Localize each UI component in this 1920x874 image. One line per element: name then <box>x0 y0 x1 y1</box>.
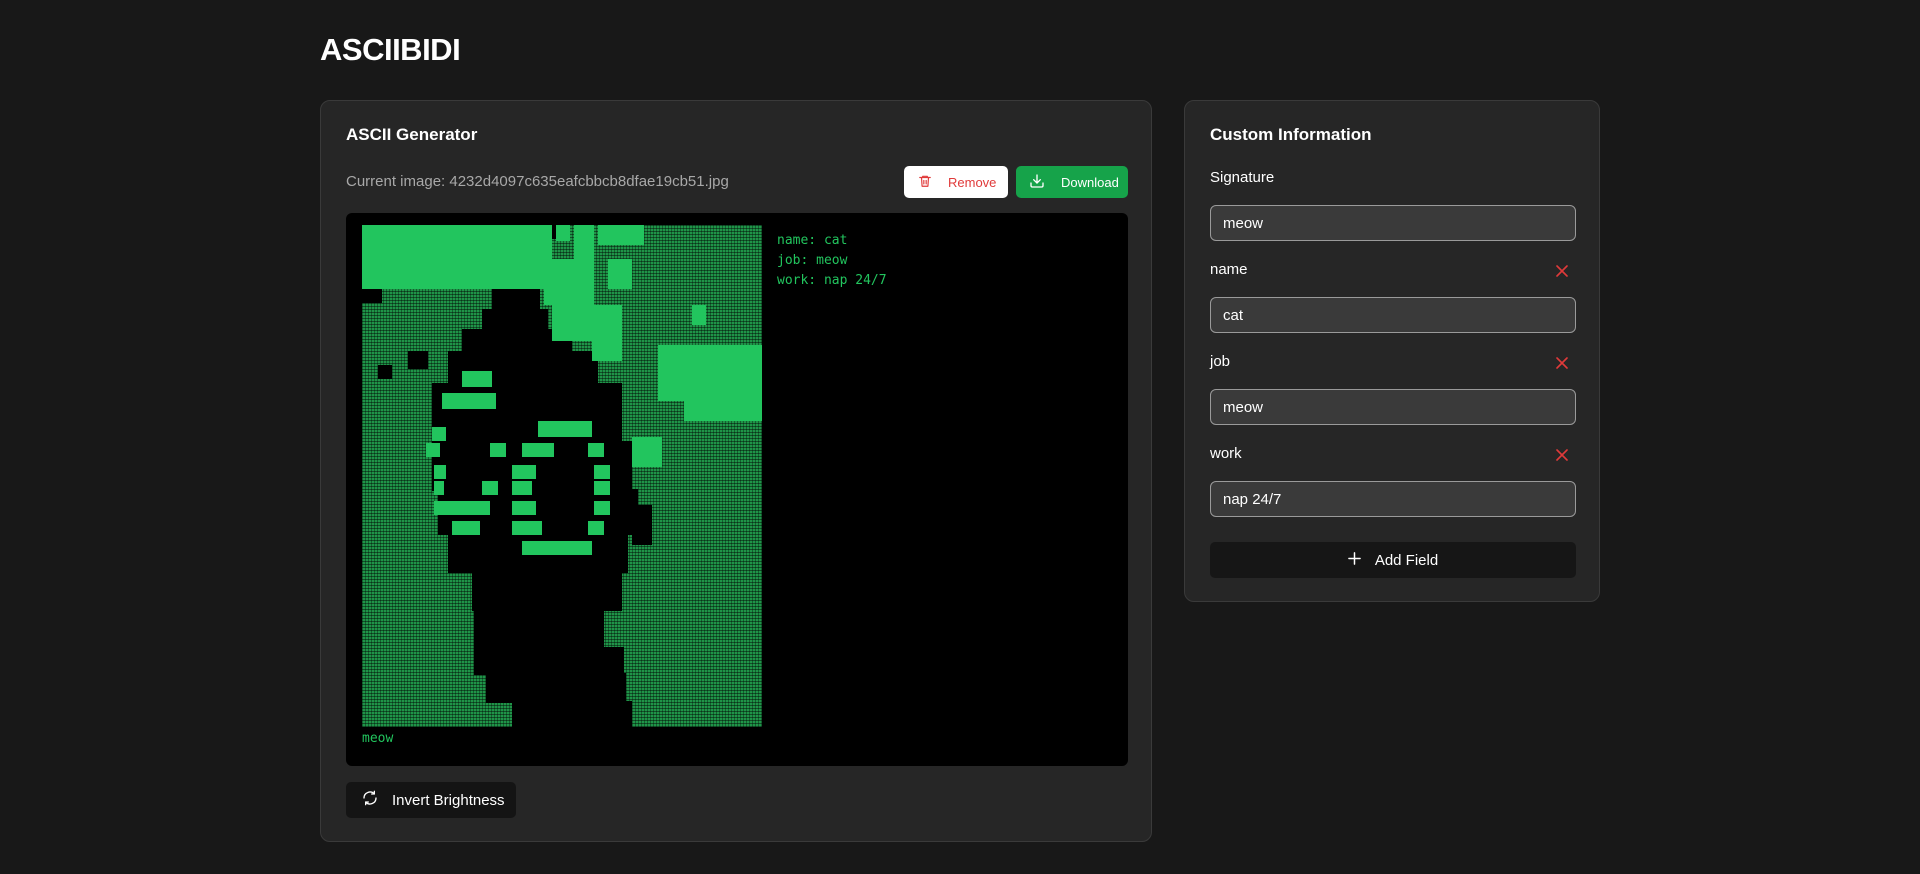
ascii-art-image <box>362 225 762 727</box>
signature-label: Signature <box>1210 169 1275 186</box>
ascii-field-line: work: nap 24/7 <box>777 273 887 288</box>
custom-information-card: Custom Information Signature name job wo… <box>1184 100 1600 602</box>
signature-input[interactable] <box>1210 205 1576 241</box>
download-label: Download <box>1061 174 1119 190</box>
field-label-name: name <box>1210 261 1248 278</box>
app-title: ASCIIBIDI <box>320 32 461 67</box>
download-icon <box>1029 173 1045 192</box>
ascii-info-text: name: cat job: meow work: nap 24/7 <box>777 231 887 291</box>
card-title: Custom Information <box>1210 125 1372 144</box>
card-title: ASCII Generator <box>346 125 478 144</box>
download-button[interactable]: Download <box>1016 166 1128 198</box>
field-input-job[interactable] <box>1210 389 1576 425</box>
add-field-button[interactable]: Add Field <box>1210 542 1576 578</box>
field-input-work[interactable] <box>1210 481 1576 517</box>
close-icon[interactable] <box>1554 355 1570 371</box>
current-image-label: Current image: 4232d4097c635eafcbbcb8dfa… <box>346 173 729 190</box>
refresh-icon <box>362 790 378 810</box>
plus-icon <box>1347 551 1361 569</box>
trash-icon <box>918 174 932 191</box>
close-icon[interactable] <box>1554 447 1570 463</box>
page: ASCIIBIDI ASCII Generator Current image:… <box>0 0 1920 874</box>
ascii-signature: meow <box>362 731 394 746</box>
ascii-output: meow name: cat job: meow work: nap 24/7 <box>346 213 1128 766</box>
field-label-work: work <box>1210 445 1242 462</box>
ascii-field-line: job: meow <box>777 253 848 268</box>
ascii-generator-card: ASCII Generator Current image: 4232d4097… <box>320 100 1152 842</box>
remove-button[interactable]: Remove <box>904 166 1008 198</box>
ascii-field-line: name: cat <box>777 233 848 248</box>
field-input-name[interactable] <box>1210 297 1576 333</box>
close-icon[interactable] <box>1554 263 1570 279</box>
invert-label: Invert Brightness <box>392 791 505 809</box>
remove-label: Remove <box>948 174 997 190</box>
add-field-label: Add Field <box>1374 551 1439 569</box>
invert-brightness-button[interactable]: Invert Brightness <box>346 782 516 818</box>
field-label-job: job <box>1210 353 1231 370</box>
